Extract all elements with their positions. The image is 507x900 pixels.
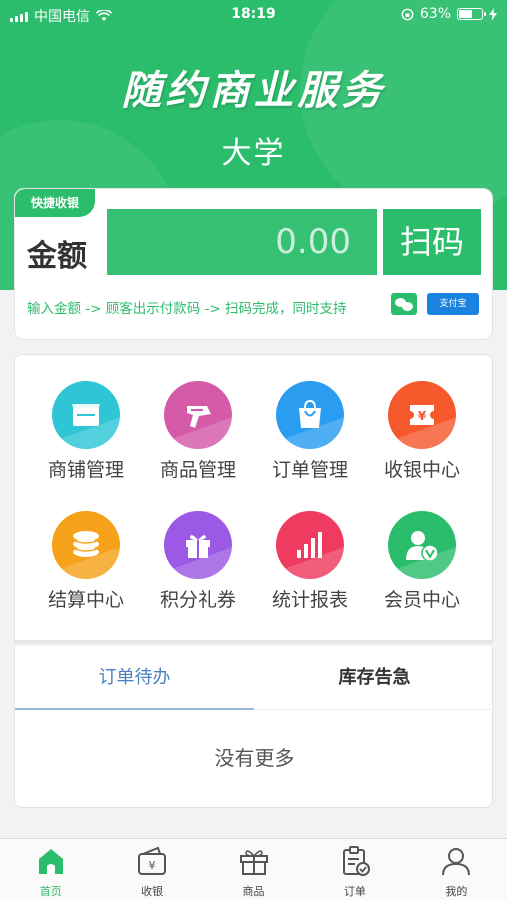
clipboard-check-icon xyxy=(342,846,370,876)
nav-profile[interactable]: 我的 xyxy=(406,839,507,900)
nav-label: 首页 xyxy=(39,885,62,898)
store-icon xyxy=(52,381,120,449)
payment-hint: 输入金额 -> 顾客出示付款码 -> 扫码完成，同时支持 xyxy=(27,301,347,317)
function-label: 积分礼券 xyxy=(159,589,236,611)
function-label: 结算中心 xyxy=(47,589,124,611)
function-label: 收银中心 xyxy=(383,459,460,481)
function-member-center[interactable]: 会员中心 xyxy=(367,511,477,631)
amount-value: 0.00 xyxy=(275,222,351,262)
member-icon xyxy=(388,511,456,579)
quick-pay-tag: 快捷收银 xyxy=(15,189,95,217)
app-title: 随约商业服务 xyxy=(121,68,386,114)
function-settlement-center[interactable]: 结算中心 xyxy=(31,511,141,631)
gift-box-icon xyxy=(239,850,268,875)
svg-text:¥: ¥ xyxy=(149,859,156,872)
quick-pay-card: 快捷收银 金额 0.00 扫码 输入金额 -> 顾客出示付款码 -> 扫码完成，… xyxy=(14,188,493,340)
svg-text:¥: ¥ xyxy=(418,409,427,423)
function-product-management[interactable]: 商品管理 xyxy=(143,381,253,501)
function-label: 统计报表 xyxy=(271,589,348,611)
function-store-management[interactable]: 商铺管理 xyxy=(31,381,141,501)
status-right: 63% xyxy=(401,6,497,22)
status-bar: 中国电信 18:19 63% xyxy=(0,0,507,30)
alipay-label: 支付宝 xyxy=(439,299,467,309)
function-cashier-center[interactable]: ¥ 收银中心 xyxy=(367,381,477,501)
function-points-coupons[interactable]: 积分礼券 xyxy=(143,511,253,631)
battery-level xyxy=(459,10,473,18)
nav-orders[interactable]: 订单 xyxy=(304,839,405,900)
rotation-lock-icon xyxy=(401,8,414,20)
battery-icon xyxy=(457,8,486,20)
battery-percent: 63% xyxy=(419,6,451,22)
empty-state-text: 没有更多 xyxy=(214,746,295,770)
home-icon xyxy=(38,849,63,874)
tab-low-stock[interactable]: 库存告急 xyxy=(255,646,494,710)
nav-home[interactable]: 首页 xyxy=(0,839,101,900)
function-grid: 商铺管理 商品管理 订单管理 ¥ 收银中心 结算中心 积分礼券 统计报表 会员中… xyxy=(14,354,493,644)
nav-cashier[interactable]: ¥ 收银 xyxy=(101,839,202,900)
function-order-management[interactable]: 订单管理 xyxy=(255,381,365,501)
nav-products[interactable]: 商品 xyxy=(203,839,304,900)
nav-label: 订单 xyxy=(343,885,366,898)
scanner-icon xyxy=(164,381,232,449)
function-label: 商铺管理 xyxy=(47,459,124,481)
app-subtitle: 大学 xyxy=(221,136,286,171)
amount-label: 金额 xyxy=(27,239,87,274)
bottom-nav: 首页 ¥ 收银 商品 订单 我的 xyxy=(0,838,507,900)
function-label: 会员中心 xyxy=(383,589,460,611)
nav-label: 我的 xyxy=(445,885,468,898)
function-label: 订单管理 xyxy=(271,459,348,481)
function-label: 商品管理 xyxy=(159,459,236,481)
amount-input[interactable]: 0.00 xyxy=(107,209,377,275)
wechat-pay-icon xyxy=(391,293,417,315)
shopping-bag-icon xyxy=(276,381,344,449)
gift-icon xyxy=(164,511,232,579)
tasks-panel: 订单待办 库存告急 没有更多 xyxy=(14,646,494,808)
bar-chart-icon xyxy=(276,511,344,579)
nav-label: 收银 xyxy=(141,885,164,898)
coins-icon xyxy=(52,511,120,579)
ticket-yuan-icon: ¥ xyxy=(388,381,456,449)
charging-icon xyxy=(489,7,497,21)
scan-button[interactable]: 扫码 xyxy=(383,209,481,275)
user-icon xyxy=(442,848,471,876)
function-statistics-report[interactable]: 统计报表 xyxy=(255,511,365,631)
tab-pending-orders[interactable]: 订单待办 xyxy=(15,646,254,710)
alipay-icon: 支付宝 xyxy=(427,293,479,315)
wallet-yuan-icon: ¥ xyxy=(138,846,167,875)
nav-label: 商品 xyxy=(242,885,265,898)
